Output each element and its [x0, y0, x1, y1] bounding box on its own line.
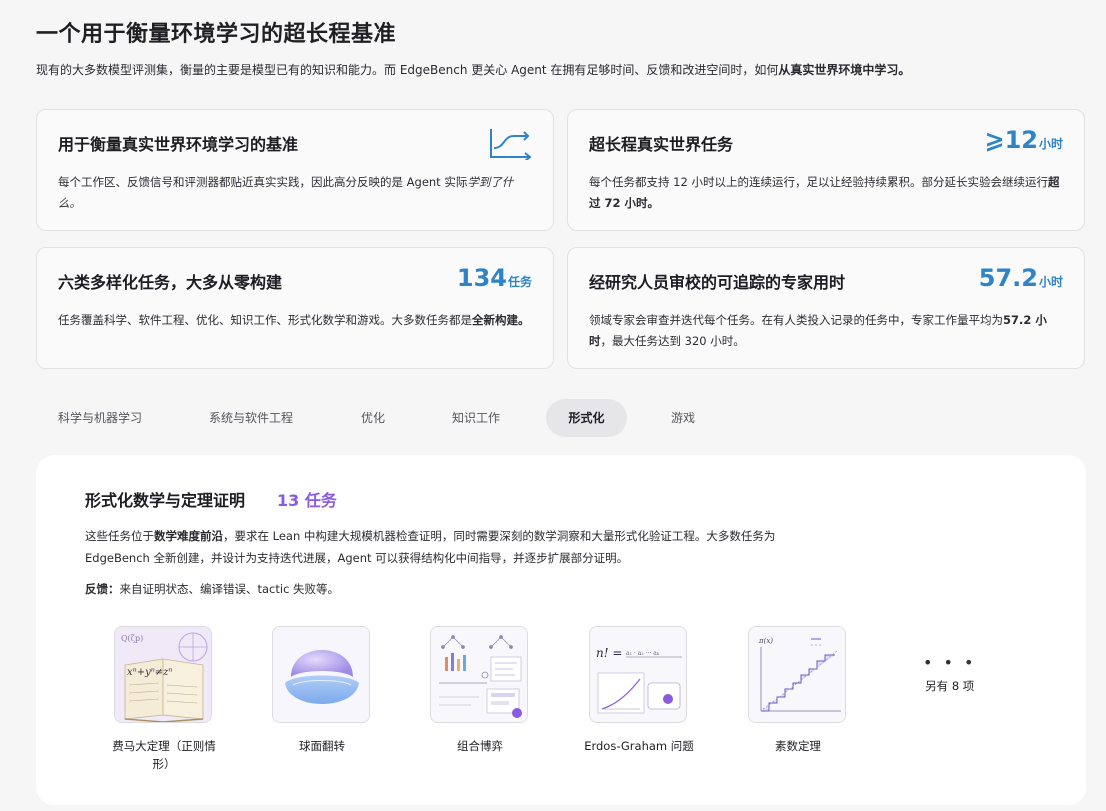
- stat-unit: 小时: [1038, 275, 1063, 289]
- intro-text: 现有的大多数模型评测集，衡量的主要是模型已有的知识和能力。而 EdgeBench…: [36, 61, 910, 78]
- learning-curve-icon: [490, 129, 532, 160]
- more-tasks-label: 另有 8 项: [925, 679, 975, 693]
- sphere-eversion-icon: [273, 627, 369, 722]
- card-diverse-tasks: 六类多样化任务，大多从零构建 134任务 任务覆盖科学、软件工程、优化、知识工作…: [36, 247, 554, 369]
- more-dots-icon: • • •: [923, 653, 977, 672]
- feedback-text: 来自证明状态、编译错误、tactic 失败等。: [119, 582, 340, 596]
- card-desc-text: 每个任务都支持 12 小时以上的连续运行，足以让经验持续累积。部分延长实验会继续…: [589, 175, 1048, 189]
- card-description: 每个工作区、反馈信号和评测器都贴近真实实践，因此高分反映的是 Agent 实际学…: [58, 172, 533, 214]
- task-card-prime-number-theorem[interactable]: π(x) 素数定理: [738, 626, 858, 755]
- task-label: 费马大定理（正则情形）: [112, 739, 216, 771]
- task-thumbnail: [430, 626, 528, 723]
- tab-systems-software[interactable]: 系统与软件工程: [187, 399, 315, 437]
- panel-desc-pre: 这些任务位于: [85, 529, 154, 543]
- card-title: 六类多样化任务，大多从零构建: [58, 273, 283, 292]
- card-description: 领域专家会审查并迭代每个任务。在有人类投入记录的任务中，专家工作量平均为57.2…: [589, 310, 1064, 352]
- task-card-erdos-graham[interactable]: n! = a₁ · a₂ ··· aₖ Erdos-Graham 问题: [579, 626, 699, 755]
- panel-description: 这些任务位于数学难度前沿，要求在 Lean 中构建大规模机器检查证明，同时需要深…: [85, 525, 825, 569]
- task-card-fermat[interactable]: Q(ζp) xⁿ+yⁿ≠zⁿ 费马大定理（正则情形）: [104, 626, 224, 773]
- card-title: 用于衡量真实世界环境学习的基准: [58, 135, 299, 154]
- feedback-label: 反馈：: [85, 582, 120, 596]
- stat-number: 57.2: [978, 264, 1038, 292]
- tab-science-ml[interactable]: 科学与机器学习: [36, 399, 164, 437]
- stat-expert-hours: 57.2小时: [979, 264, 1063, 292]
- svg-text:n! =: n! =: [596, 646, 622, 660]
- page-title: 一个用于衡量环境学习的超长程基准: [36, 22, 397, 47]
- card-title: 超长程真实世界任务: [589, 135, 734, 154]
- stat-tasks: 134任务: [457, 264, 532, 292]
- task-thumbnail: Q(ζp) xⁿ+yⁿ≠zⁿ: [114, 626, 212, 723]
- tab-games[interactable]: 游戏: [648, 399, 718, 437]
- more-tasks[interactable]: • • • 另有 8 项: [923, 653, 976, 694]
- task-card-sphere-eversion[interactable]: 球面翻转: [262, 626, 382, 755]
- panel-desc-bold: 数学难度前沿: [154, 529, 223, 543]
- game-tree-icon: [431, 627, 527, 722]
- task-count-badge: 13 任务: [277, 491, 337, 510]
- task-card-combinatorial-games[interactable]: 组合博弈: [420, 626, 540, 755]
- card-desc-bold: 全新构建。: [472, 313, 530, 327]
- task-thumbnail: [272, 626, 370, 723]
- card-long-horizon: 超长程真实世界任务 ⩾12小时 每个任务都支持 12 小时以上的连续运行，足以让…: [567, 109, 1085, 231]
- task-label: 球面翻转: [299, 739, 345, 753]
- card-title: 经研究人员审校的可追踪的专家用时: [589, 273, 846, 292]
- card-expert-hours: 经研究人员审校的可追踪的专家用时 57.2小时 领域专家会审查并迭代每个任务。在…: [567, 247, 1085, 369]
- task-label: 素数定理: [775, 739, 821, 753]
- stat-unit: 任务: [507, 275, 532, 289]
- card-desc-text: 领域专家会审查并迭代每个任务。在有人类投入记录的任务中，专家工作量平均为: [589, 313, 1003, 327]
- svg-text:π(x): π(x): [758, 637, 773, 645]
- prime-count-chart-icon: π(x): [749, 627, 845, 722]
- card-desc-text: 任务覆盖科学、软件工程、优化、知识工作、形式化数学和游戏。大多数任务都是: [58, 313, 472, 327]
- tab-optimization[interactable]: 优化: [338, 399, 408, 437]
- svg-text:Q(ζp): Q(ζp): [121, 634, 143, 643]
- svg-text:a₁ · a₂ ··· aₖ: a₁ · a₂ ··· aₖ: [626, 650, 660, 657]
- fermat-notebook-icon: Q(ζp) xⁿ+yⁿ≠zⁿ: [115, 627, 211, 722]
- tab-formal[interactable]: 形式化: [546, 399, 627, 437]
- factorial-formula-icon: n! = a₁ · a₂ ··· aₖ: [590, 627, 686, 722]
- stat-number: ⩾12: [984, 126, 1038, 154]
- card-real-env: 用于衡量真实世界环境学习的基准 每个工作区、反馈信号和评测器都贴近真实实践，因此…: [36, 109, 554, 231]
- task-thumbnail: n! = a₁ · a₂ ··· aₖ: [589, 626, 687, 723]
- task-label: 组合博弈: [457, 739, 503, 753]
- card-desc-tail: ，最大任务达到 320 小时。: [600, 334, 745, 348]
- card-description: 任务覆盖科学、软件工程、优化、知识工作、形式化数学和游戏。大多数任务都是全新构建…: [58, 310, 533, 331]
- svg-text:xⁿ+yⁿ≠zⁿ: xⁿ+yⁿ≠zⁿ: [127, 667, 172, 678]
- panel-feedback: 反馈：来自证明状态、编译错误、tactic 失败等。: [85, 581, 339, 597]
- stat-hours: ⩾12小时: [984, 126, 1063, 154]
- panel-title: 形式化数学与定理证明: [85, 491, 246, 510]
- stat-unit: 小时: [1038, 137, 1063, 151]
- category-panel: 形式化数学与定理证明 13 任务 这些任务位于数学难度前沿，要求在 Lean 中…: [36, 455, 1086, 805]
- tab-knowledge-work[interactable]: 知识工作: [436, 399, 516, 437]
- stat-number: 134: [456, 264, 507, 292]
- intro-body: 现有的大多数模型评测集，衡量的主要是模型已有的知识和能力。而 EdgeBench…: [36, 63, 779, 77]
- card-desc-text: 每个工作区、反馈信号和评测器都贴近真实实践，因此高分反映的是 Agent 实际: [58, 175, 468, 189]
- card-description: 每个任务都支持 12 小时以上的连续运行，足以让经验持续累积。部分延长实验会继续…: [589, 172, 1064, 214]
- task-thumbnail: π(x): [748, 626, 846, 723]
- intro-highlight: 从真实世界环境中学习。: [778, 63, 911, 77]
- task-label: Erdos-Graham 问题: [584, 739, 694, 753]
